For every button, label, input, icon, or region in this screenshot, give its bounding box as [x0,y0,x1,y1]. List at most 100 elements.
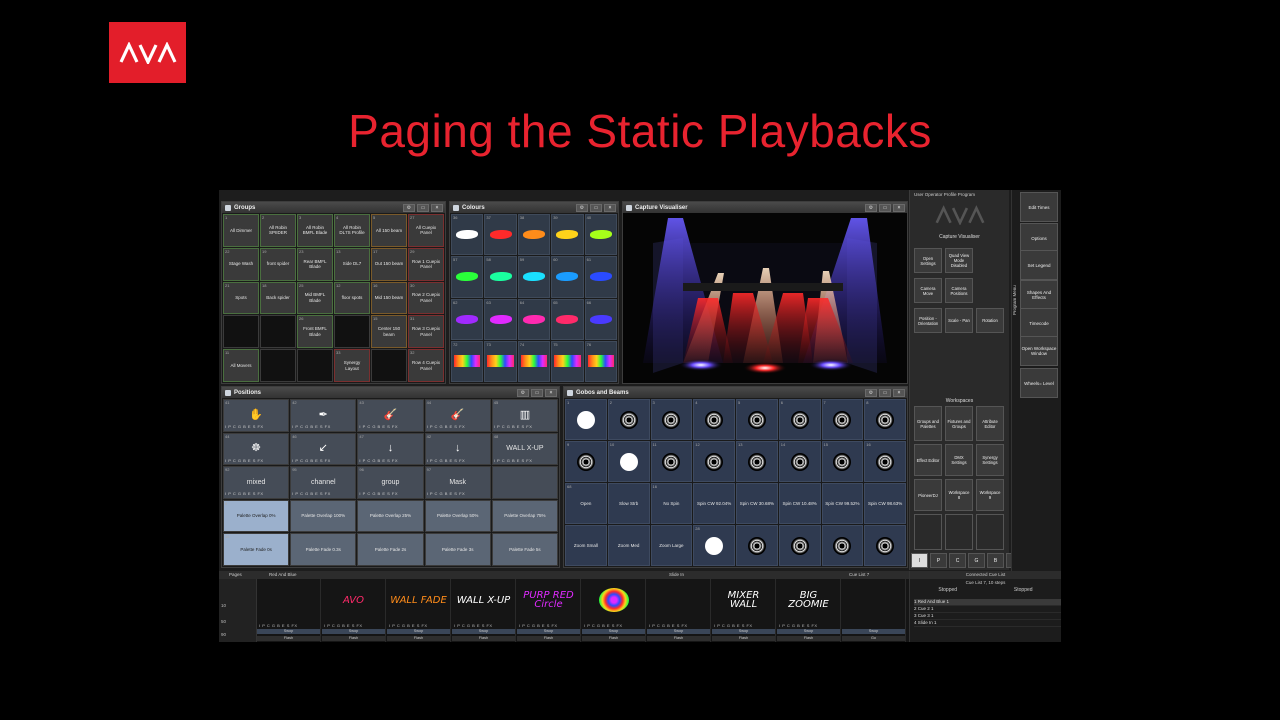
gobo-palette-button[interactable]: 16 [864,441,906,482]
position-palette-button[interactable]: 41 ✋ I P C G B E S FX [223,399,290,432]
playback-slot[interactable]: Swop Go [842,579,906,642]
tab-i[interactable]: I [911,553,928,568]
gear-icon[interactable]: ⚙ [576,203,588,212]
wheels-level-button[interactable]: Wheels= Level [1020,368,1058,398]
position-orientation-button[interactable]: Position - Orientation [914,308,942,333]
group-button[interactable]: 13 Side DL7 [334,247,370,281]
swop-button[interactable]: Swop [712,629,775,634]
colour-palette-button[interactable]: 37 [484,214,517,256]
gobo-palette-button[interactable]: Spin CW 10.48% [778,483,821,524]
colour-palette-button[interactable]: 58 [484,256,517,298]
position-palette-button[interactable]: 97 Mask I P C G B E S FX [424,466,491,499]
close-icon[interactable]: × [893,203,905,212]
gobo-palette-button[interactable]: 2 [607,399,650,440]
cue-row[interactable]: 4 Slide In 1 [914,620,1061,627]
gobo-palette-button[interactable]: 16 No Spin [650,483,693,524]
user-menu[interactable]: User Operator Profile Program [910,190,1009,199]
scale-pan-button[interactable]: Scale - Pan [945,308,973,333]
camera-move-button[interactable]: Camera Move [914,278,942,303]
gobo-palette-button[interactable]: Zoom Large [650,525,693,566]
playback-slot[interactable]: WALL FADE I P C G B E S FX Swop Flash [387,579,451,642]
page-selector[interactable]: 10 50 90 [219,579,257,642]
workspace-8[interactable]: Workspace 8 [945,479,973,511]
colour-palette-button[interactable]: 73 [484,340,517,382]
colour-palette-button[interactable]: 72 [451,340,484,382]
gobo-palette-button[interactable]: 10 [607,441,650,482]
flash-button[interactable]: Flash [452,636,515,641]
colour-palette-button[interactable]: 38 [517,214,551,256]
playback-slot[interactable]: I P C G B E S FX Swop Flash [257,579,321,642]
colour-palette-button[interactable]: 59 [517,256,551,298]
group-button[interactable]: 1 All Dimmer [223,214,259,247]
gobo-palette-button[interactable]: Slow Strb [607,483,650,524]
open-workspace-window-button[interactable]: Open Workspace Window [1020,336,1058,366]
gobo-palette-button[interactable] [821,525,864,566]
palette-timing-button[interactable]: Palette Overlap 100% [290,499,357,533]
flash-button[interactable]: Flash [777,636,840,641]
gobo-palette-button[interactable]: 15 [821,441,864,482]
size-icon[interactable]: ▭ [879,203,891,212]
playback-slot[interactable]: PURP RED Circle I P C G B E S FX Swop Flash [517,579,581,642]
colour-palette-button[interactable]: 57 [451,256,484,298]
gobo-palette-button[interactable]: 8 [864,399,906,440]
rotation-button[interactable]: Rotation [976,308,1004,333]
gobo-palette-button[interactable]: 13 [736,441,778,482]
gobo-palette-button[interactable]: Spin CW 30.68% [736,483,778,524]
group-button[interactable]: 33 Synergy Layout [334,349,370,382]
swop-button[interactable]: Swop [257,629,320,634]
group-button[interactable]: 16 Mid 150 beam [371,281,407,315]
size-icon[interactable]: ▭ [531,388,543,397]
workspace-9[interactable]: Workspace 9 [976,479,1004,511]
swop-button[interactable]: Swop [452,629,515,634]
swop-button[interactable]: Swop [517,629,580,634]
group-button[interactable]: 29 Row 1 Cuepix Panel [408,247,444,281]
workspace-empty-2[interactable] [945,514,973,550]
palette-timing-button[interactable]: Palette Fade 3s [424,533,491,566]
gobo-palette-button[interactable]: 1 [565,399,607,440]
position-palette-button[interactable]: 92 mixed I P C G B E S FX [223,466,290,499]
group-button[interactable]: 23 Rear BMFL Blade [297,247,333,281]
workspace-synergy-settings[interactable]: Synergy Settings [976,444,1004,476]
position-palette-button[interactable]: 48 WALL X-UP I P C G B E S FX [491,432,558,466]
gobo-palette-button[interactable]: 28 [693,525,735,566]
colour-palette-button[interactable]: 76 [584,340,617,382]
group-button[interactable]: 5 All 150 beam [371,214,407,247]
position-palette-button[interactable]: 95 channel I P C G B E S FX [290,466,357,499]
workspace-dmx-settings[interactable]: DMX Settings [945,444,973,476]
colour-palette-button[interactable]: 63 [484,298,517,340]
gobo-palette-button[interactable]: 14 [778,441,821,482]
close-icon[interactable]: × [545,388,557,397]
group-button[interactable]: 17 Out 150 beam [371,247,407,281]
gobo-palette-button[interactable]: 7 [821,399,864,440]
flash-button[interactable]: Flash [582,636,645,641]
flash-button[interactable]: Flash [517,636,580,641]
edit-times-button[interactable]: Edit Times [1020,192,1058,222]
group-button[interactable]: 12 floor spots [334,281,370,315]
colour-palette-button[interactable]: 66 [584,298,617,340]
gobo-palette-button[interactable]: 12 [693,441,735,482]
swop-button[interactable]: Swop [777,629,840,634]
gobo-palette-button[interactable]: 9 [565,441,607,482]
workspace-fixtures-groups[interactable]: Fixtures and Groups [945,406,973,441]
flash-button[interactable]: Flash [257,636,320,641]
position-palette-button[interactable]: 44 ☸ I P C G B E S FX [223,432,290,466]
flash-button[interactable]: Flash [387,636,450,641]
gobo-palette-button[interactable]: 6 [778,399,821,440]
group-button[interactable]: 19 front spider [260,247,296,281]
colour-palette-button[interactable]: 36 [451,214,484,256]
group-button[interactable]: 4 All Robin DL7S Profile [334,214,370,247]
workspace-effect-editor[interactable]: Effect Editor [914,444,942,476]
group-button[interactable]: 32 Row 4 Cuepix Panel [408,349,444,382]
gear-icon[interactable]: ⚙ [403,203,415,212]
open-settings-button[interactable]: Open Settings [914,248,942,273]
camera-positions-button[interactable]: Camera Positions [945,278,973,303]
swop-button[interactable]: Swop [647,629,710,634]
gobo-palette-button[interactable]: 5 [736,399,778,440]
group-button[interactable]: 15 Center 150 beam [371,315,407,349]
gobo-palette-button[interactable] [736,525,778,566]
position-palette-button[interactable]: 46 ↙ I P C G B E S FX [290,432,357,466]
gobo-palette-button[interactable]: Zoom Small [565,525,607,566]
group-button[interactable]: 11 All Movers [223,349,259,382]
size-icon[interactable]: ▭ [590,203,602,212]
cue-row[interactable]: 1 Red And Blue 1 [914,599,1061,606]
